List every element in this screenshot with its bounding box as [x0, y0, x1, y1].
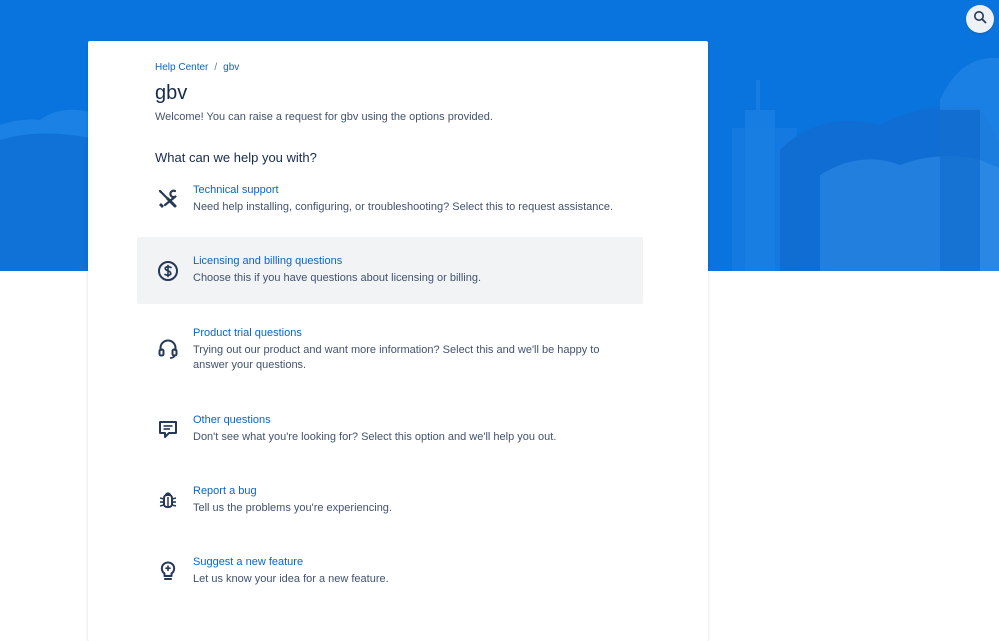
option-report-bug[interactable]: Report a bug Tell us the problems you're…: [137, 475, 643, 527]
page-title: gbv: [155, 82, 188, 104]
breadcrumb-help-center[interactable]: Help Center: [155, 62, 208, 73]
option-title: Other questions: [193, 414, 271, 426]
section-heading: What can we help you with?: [155, 150, 317, 165]
breadcrumb: Help Center / gbv: [155, 62, 239, 73]
dollar-circle-icon: [156, 259, 180, 283]
breadcrumb-current[interactable]: gbv: [223, 62, 239, 73]
chat-bubble-icon: [156, 417, 180, 441]
portal-card: Help Center / gbv gbv Welcome! You can rai…: [88, 41, 708, 641]
option-licensing-billing[interactable]: Licensing and billing questions Choose t…: [137, 237, 643, 304]
option-other-questions[interactable]: Other questions Don't see what you're lo…: [137, 404, 643, 456]
option-product-trial[interactable]: Product trial questions Trying out our p…: [137, 317, 643, 383]
search-button[interactable]: [966, 5, 994, 33]
search-icon: [973, 10, 987, 29]
option-description: Let us know your idea for a new feature.: [193, 573, 389, 585]
welcome-text: Welcome! You can raise a request for gbv…: [155, 111, 493, 123]
option-title: Report a bug: [193, 485, 257, 497]
option-title: Product trial questions: [193, 327, 302, 339]
option-description: Don't see what you're looking for? Selec…: [193, 431, 557, 443]
option-title: Suggest a new feature: [193, 556, 304, 568]
option-description: Tell us the problems you're experiencing…: [193, 502, 392, 514]
option-description: Trying out our product and want more inf…: [193, 344, 600, 371]
option-title: Technical support: [193, 184, 279, 196]
option-suggest-feature[interactable]: Suggest a new feature Let us know your i…: [137, 546, 643, 598]
lightbulb-icon: [156, 559, 180, 583]
headset-icon: [156, 337, 180, 361]
wrench-screwdriver-icon: [156, 187, 180, 211]
option-description: Need help installing, configuring, or tr…: [193, 201, 614, 213]
breadcrumb-separator: /: [214, 62, 218, 73]
option-technical-support[interactable]: Technical support Need help installing, …: [137, 174, 643, 226]
bug-icon: [156, 488, 180, 512]
option-title: Licensing and billing questions: [193, 255, 343, 267]
option-description: Choose this if you have questions about …: [193, 272, 482, 284]
